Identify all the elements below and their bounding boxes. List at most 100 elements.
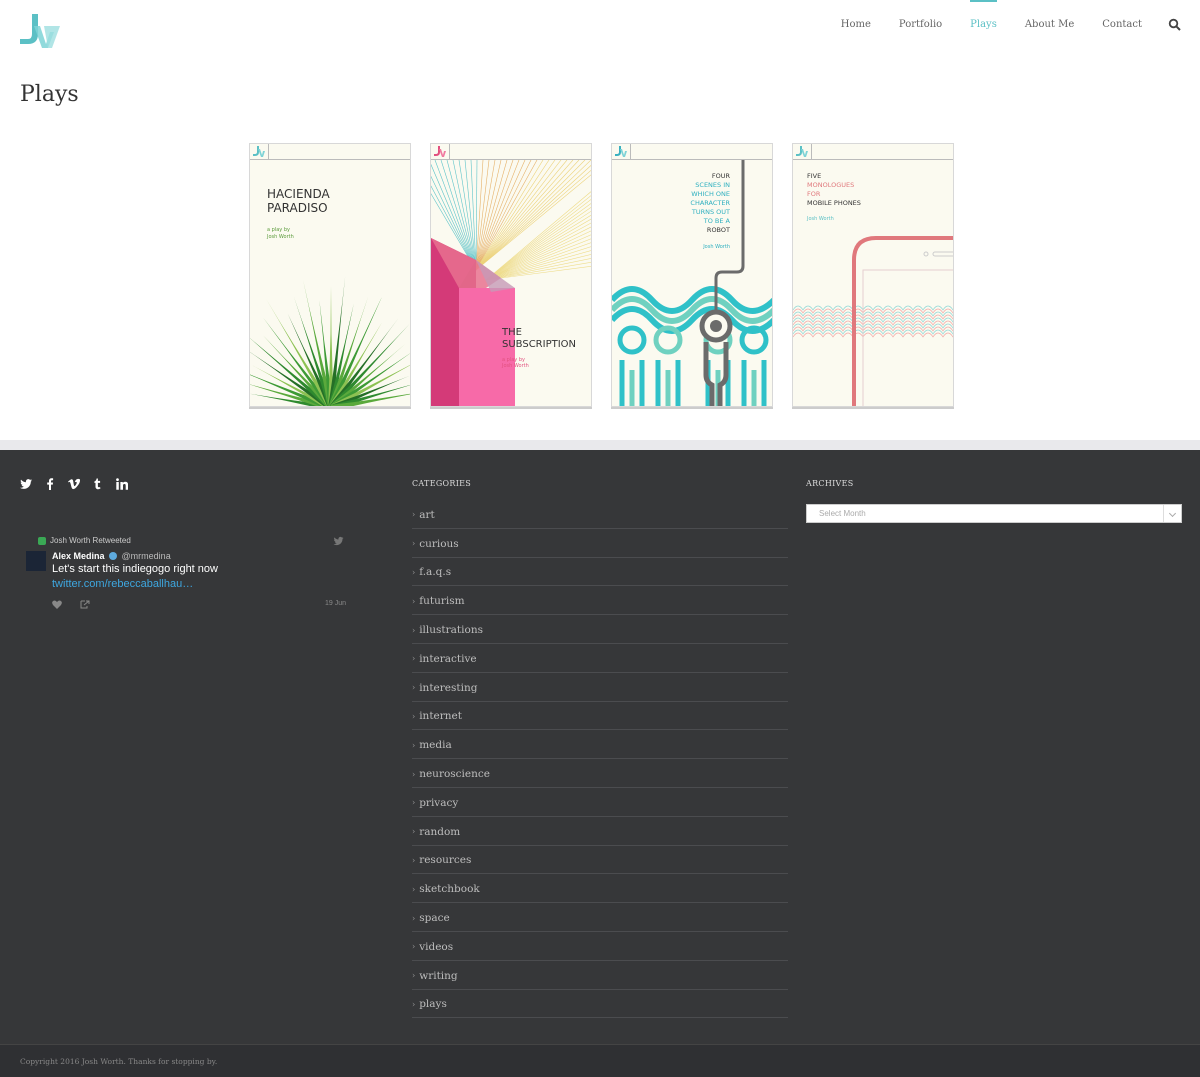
author-name[interactable]: Alex Medina: [52, 551, 105, 561]
category-label: writing: [419, 969, 458, 982]
category-link[interactable]: › interactive: [412, 644, 788, 673]
chevron-right-icon: ›: [412, 711, 416, 721]
mini-logo-icon: [434, 146, 446, 157]
tweet-author[interactable]: Alex Medina @mrmedina: [52, 551, 346, 561]
retweeted-by-label: Josh Worth Retweeted: [50, 536, 131, 545]
retweet-indicator: Josh Worth Retweeted: [38, 536, 346, 545]
play-title-line: CHARACTER: [690, 199, 730, 207]
category-label: media: [419, 739, 452, 752]
author-handle[interactable]: @mrmedina: [122, 551, 171, 561]
category-label: interactive: [419, 652, 477, 665]
category-link[interactable]: › neuroscience: [412, 759, 788, 788]
nav-item-contact[interactable]: Contact: [1102, 0, 1142, 50]
chevron-right-icon: ›: [412, 510, 416, 520]
retweet-icon: [38, 536, 46, 545]
tweet-link[interactable]: twitter.com/rebeccaballhau…: [52, 578, 346, 590]
select-placeholder: Select Month: [819, 509, 866, 518]
tweet-actions: 19 Jun: [52, 600, 346, 609]
category-link[interactable]: › interesting: [412, 673, 788, 702]
nav-item-portfolio[interactable]: Portfolio: [899, 0, 942, 50]
category-link[interactable]: › internet: [412, 702, 788, 731]
nav-item-home[interactable]: Home: [841, 0, 871, 50]
chevron-right-icon: ›: [412, 654, 416, 664]
chevron-right-icon: ›: [412, 625, 416, 635]
category-label: curious: [419, 537, 459, 550]
play-card-five-monologues[interactable]: FIVE MONOLOGUES FOR MOBILE PHONES Josh W…: [792, 143, 954, 407]
facebook-icon[interactable]: [44, 478, 56, 490]
card-header-bar: [612, 144, 772, 160]
category-label: videos: [419, 940, 454, 953]
chevron-right-icon: ›: [412, 539, 416, 549]
chevron-right-icon: ›: [412, 827, 416, 837]
linkedin-icon[interactable]: [116, 478, 128, 490]
category-link[interactable]: › art: [412, 500, 788, 529]
subscription-illustration: [431, 160, 591, 406]
chevron-right-icon: ›: [412, 769, 416, 779]
site-header: Home Portfolio Plays About Me Contact: [0, 0, 1200, 80]
category-link[interactable]: › media: [412, 730, 788, 760]
social-links: [20, 478, 128, 490]
category-link[interactable]: › futurism: [412, 586, 788, 616]
category-label: neuroscience: [419, 768, 490, 781]
category-link[interactable]: › f.a.q.s: [412, 558, 788, 587]
avatar[interactable]: [26, 551, 46, 571]
chevron-right-icon: ›: [412, 884, 416, 894]
mobile-phone-illustration: [793, 236, 953, 406]
nav-item-about-me[interactable]: About Me: [1025, 0, 1074, 50]
category-link[interactable]: › illustrations: [412, 615, 788, 644]
play-author: Josh Worth: [502, 363, 529, 369]
chevron-right-icon: ›: [412, 798, 416, 808]
play-card-the-subscription[interactable]: THE SUBSCRIPTION a play by Josh Worth: [430, 143, 592, 407]
plays-grid: HACIENDA PARADISO a play by Josh Worth T…: [249, 143, 954, 407]
category-link[interactable]: › plays: [412, 990, 788, 1019]
categories-title: CATEGORIES: [412, 479, 472, 488]
category-link[interactable]: › resources: [412, 846, 788, 875]
category-link[interactable]: › random: [412, 817, 788, 846]
play-card-hacienda-paradiso[interactable]: HACIENDA PARADISO a play by Josh Worth: [249, 143, 411, 407]
chevron-right-icon: ›: [412, 567, 416, 577]
chevron-right-icon: ›: [412, 999, 416, 1009]
play-title-line: TO BE A: [703, 217, 730, 225]
chevron-right-icon: ›: [412, 683, 416, 693]
category-label: resources: [419, 854, 472, 867]
chevron-right-icon: ›: [412, 913, 416, 923]
category-link[interactable]: › writing: [412, 961, 788, 990]
section-divider: [0, 440, 1200, 450]
chevron-right-icon: ›: [412, 942, 416, 952]
verified-badge-icon: [109, 552, 118, 560]
category-label: privacy: [419, 796, 459, 809]
twitter-icon[interactable]: [20, 478, 32, 490]
category-label: space: [419, 912, 450, 925]
search-icon[interactable]: [1168, 18, 1182, 32]
tweet-date[interactable]: 19 Jun: [325, 600, 346, 607]
chevron-right-icon: ›: [412, 740, 416, 750]
play-author: Josh Worth: [703, 244, 730, 250]
archives-month-select[interactable]: Select Month: [806, 504, 1182, 523]
card-header-bar: [793, 144, 953, 160]
tumblr-icon[interactable]: [92, 478, 104, 490]
categories-widget: CATEGORIES › art › curious › f.a.q.s › futurism…: [412, 479, 788, 1019]
category-link[interactable]: › curious: [412, 529, 788, 558]
twitter-bird-icon[interactable]: [333, 536, 344, 546]
play-title-line: FOUR: [711, 172, 730, 180]
category-label: plays: [419, 998, 447, 1011]
category-label: sketchbook: [419, 883, 480, 896]
category-label: futurism: [419, 595, 465, 608]
category-label: internet: [419, 710, 462, 723]
category-link[interactable]: › space: [412, 903, 788, 932]
site-footer: Josh Worth Retweeted Alex Medina @mrmedi…: [0, 450, 1200, 1044]
vimeo-icon[interactable]: [68, 478, 80, 490]
chevron-right-icon: ›: [412, 971, 416, 981]
twitter-timeline-tweet: Josh Worth Retweeted Alex Medina @mrmedi…: [26, 536, 346, 609]
category-label: interesting: [419, 681, 478, 694]
nav-item-plays[interactable]: Plays: [970, 0, 997, 50]
share-icon[interactable]: [80, 600, 90, 609]
category-link[interactable]: › sketchbook: [412, 874, 788, 904]
play-card-four-scenes-robot[interactable]: FOUR SCENES IN WHICH ONE CHARACTER TURNS…: [611, 143, 773, 407]
categories-list: › art › curious › f.a.q.s › futurism › illustrati…: [412, 500, 788, 1019]
card-header-bar: [250, 144, 410, 160]
site-logo-icon[interactable]: [20, 14, 60, 48]
category-link[interactable]: › videos: [412, 932, 788, 961]
heart-icon[interactable]: [52, 600, 62, 609]
category-link[interactable]: › privacy: [412, 788, 788, 817]
